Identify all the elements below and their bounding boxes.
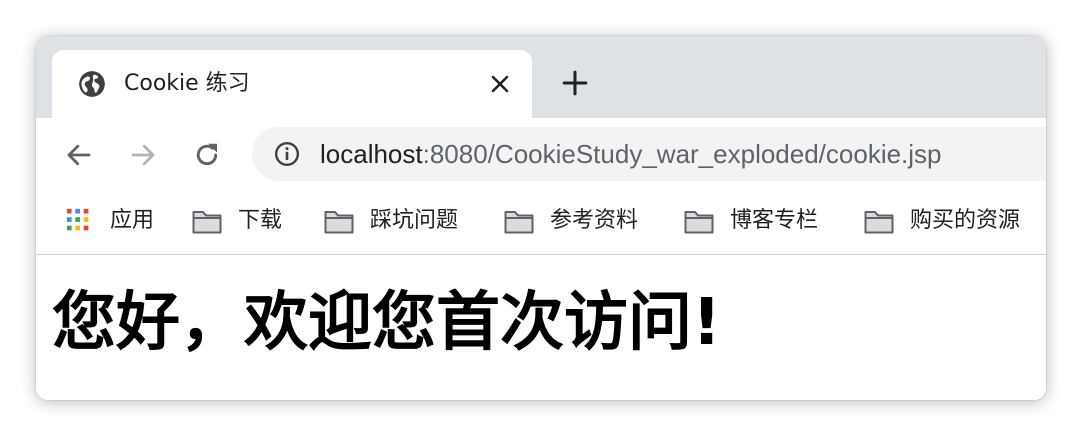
info-icon[interactable] xyxy=(274,141,300,167)
bookmarks-bar: 应用 下载 踩坑问题 参考资料 博客专栏 购买的资源 xyxy=(36,190,1046,255)
bookmark-label: 应用 xyxy=(110,208,155,233)
folder-icon xyxy=(504,211,534,234)
bookmark-label: 博客专栏 xyxy=(730,208,819,233)
folder-icon xyxy=(324,211,354,234)
page-content: 您好，欢迎您首次访问! xyxy=(36,255,1046,400)
tab-strip: Cookie 练习 xyxy=(36,36,1046,118)
bookmark-folder-blog[interactable]: 博客专栏 xyxy=(684,204,818,238)
folder-icon xyxy=(864,211,894,234)
bookmark-folder-references[interactable]: 参考资料 xyxy=(504,204,638,238)
url-host: localhost xyxy=(320,139,423,169)
arrow-left-icon[interactable] xyxy=(64,140,94,170)
toolbar: localhost:8080/CookieStudy_war_exploded/… xyxy=(36,118,1046,190)
plus-icon[interactable] xyxy=(562,70,588,96)
globe-icon xyxy=(79,71,105,97)
bookmark-label: 下载 xyxy=(238,208,283,233)
url-text[interactable]: localhost:8080/CookieStudy_war_exploded/… xyxy=(320,137,942,171)
url-path: :8080/CookieStudy_war_exploded/cookie.js… xyxy=(422,139,942,169)
bookmark-label: 参考资料 xyxy=(550,208,639,233)
arrow-right-icon[interactable] xyxy=(128,140,158,170)
bookmark-label: 踩坑问题 xyxy=(370,208,459,233)
page-headline: 您好，欢迎您首次访问! xyxy=(52,286,722,360)
bookmark-label: 购买的资源 xyxy=(910,208,1021,233)
tab-title: Cookie 练习 xyxy=(124,71,250,96)
bookmark-folder-downloads[interactable]: 下载 xyxy=(192,204,282,238)
tab-active[interactable]: Cookie 练习 xyxy=(52,50,532,118)
browser-window: Cookie 练习 localhost:8080/CookieStudy_war… xyxy=(36,36,1046,400)
folder-icon xyxy=(684,211,714,234)
folder-icon xyxy=(192,211,222,234)
reload-icon[interactable] xyxy=(192,140,222,170)
bookmark-folder-pitfalls[interactable]: 踩坑问题 xyxy=(324,204,458,238)
close-icon[interactable] xyxy=(488,72,512,96)
bookmark-folder-purchased[interactable]: 购买的资源 xyxy=(864,204,1020,238)
address-bar[interactable]: localhost:8080/CookieStudy_war_exploded/… xyxy=(252,127,1046,181)
apps-grid-icon xyxy=(66,208,89,231)
bookmark-apps[interactable]: 应用 xyxy=(66,204,154,238)
